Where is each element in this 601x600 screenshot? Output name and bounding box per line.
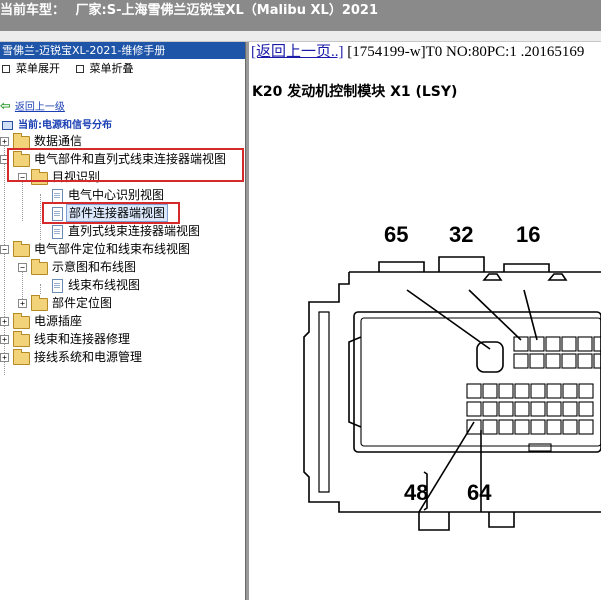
folder-open-icon <box>13 241 30 257</box>
highlight-box <box>7 148 244 182</box>
menu-collapse-label: 菜单折叠 <box>89 62 134 75</box>
tree-label: 电气部件定位和线束布线视图 <box>34 242 191 256</box>
collapse-icon <box>75 64 84 73</box>
vehicle-label: 当前车型： <box>0 3 66 18</box>
tree-item-inline-connector-end-view[interactable]: 直列式线束连接器端视图 <box>50 222 240 240</box>
expand-toggle-icon[interactable]: + <box>0 137 9 146</box>
collapse-toggle-icon[interactable]: − <box>0 245 9 254</box>
expand-toggle-icon[interactable]: + <box>0 353 9 362</box>
pin-label-16: 16 <box>516 222 541 247</box>
collapse-toggle-icon[interactable]: − <box>18 263 27 272</box>
tree-label: 直列式线束连接器端视图 <box>68 224 201 238</box>
tree-item-power-outlets[interactable]: + 电源插座 <box>0 312 240 330</box>
document-icon <box>52 225 63 239</box>
tree-item-component-locator-views[interactable]: + 部件定位图 <box>18 294 218 312</box>
prev-page-link[interactable]: [返回上一页..] <box>251 44 344 60</box>
tree-item-wiring-power-mgmt[interactable]: + 接线系统和电源管理 <box>0 348 240 366</box>
title-bar: 当前车型： 厂家:S-上海雪佛兰迈锐宝XL（Malibu XL）2021 <box>0 0 601 31</box>
prev-page-row: [返回上一页..] [1754199-w]T0 NO:80PC:1 .20165… <box>251 42 584 62</box>
pin-label-48: 48 <box>404 480 429 505</box>
menu-collapse-button[interactable]: 菜单折叠 <box>74 59 134 79</box>
folder-icon <box>13 313 30 329</box>
expand-toggle-icon[interactable]: + <box>0 317 9 326</box>
menu-row: 菜单展开 菜单折叠 <box>0 59 245 79</box>
back-link[interactable]: ⇦ 返回上一级 <box>0 98 65 114</box>
expand-icon <box>2 64 10 73</box>
toolbar-strip <box>0 31 601 42</box>
current-label: 当前:电源和信号分布 <box>18 120 112 131</box>
document-icon <box>52 189 63 203</box>
menu-expand-button[interactable]: 菜单展开 <box>0 59 60 79</box>
tree-label: 接线系统和电源管理 <box>34 350 143 364</box>
back-label: 返回上一级 <box>14 102 65 113</box>
module-title: K20 发动机控制模块 X1 (LSY) <box>252 84 458 100</box>
tree-item-harness-repair[interactable]: + 线束和连接器修理 <box>0 330 240 348</box>
folder-icon <box>31 295 48 311</box>
current-location: 当前:电源和信号分布 <box>0 116 112 131</box>
tree-item-component-locator[interactable]: − 电气部件定位和线束布线视图 <box>0 240 240 258</box>
tree-item-schematics[interactable]: − 示意图和布线图 <box>18 258 218 276</box>
tree-label: 示意图和布线图 <box>52 260 137 274</box>
highlight-box <box>42 202 180 224</box>
expand-toggle-icon[interactable]: + <box>18 299 27 308</box>
folder-open-icon <box>31 259 48 275</box>
tree-label: 线束布线视图 <box>68 278 141 292</box>
doc-info: [1754199-w]T0 NO:80PC:1 .20165169 <box>347 44 585 60</box>
tree-guide <box>40 194 41 240</box>
tree-label: 线束和连接器修理 <box>34 332 131 346</box>
tree-label: 部件定位图 <box>52 296 113 310</box>
folder-icon <box>13 349 30 365</box>
document-icon <box>52 279 63 293</box>
tree-item-harness-routing[interactable]: 线束布线视图 <box>50 276 230 294</box>
monitor-icon <box>2 120 13 130</box>
expand-toggle-icon[interactable]: + <box>0 335 9 344</box>
folder-icon <box>13 331 30 347</box>
tree-label: 电源插座 <box>34 314 83 328</box>
pin-label-32: 32 <box>449 222 474 247</box>
back-arrow-icon: ⇦ <box>0 99 11 114</box>
menu-expand-label: 菜单展开 <box>16 62 60 75</box>
navigation-panel: 雪佛兰-迈锐宝XL-2021-维修手册 菜单展开 菜单折叠 ⇦ 返回上一级 当前:… <box>0 42 245 600</box>
content-panel: [返回上一页..] [1754199-w]T0 NO:80PC:1 .20165… <box>249 42 601 600</box>
tree-guide <box>40 284 41 294</box>
manual-header: 雪佛兰-迈锐宝XL-2021-维修手册 <box>0 42 245 59</box>
pin-label-65: 65 <box>384 222 409 247</box>
vehicle-maker: 厂家:S-上海雪佛兰迈锐宝XL（Malibu XL）2021 <box>75 3 379 18</box>
pin-label-64: 64 <box>467 480 492 505</box>
